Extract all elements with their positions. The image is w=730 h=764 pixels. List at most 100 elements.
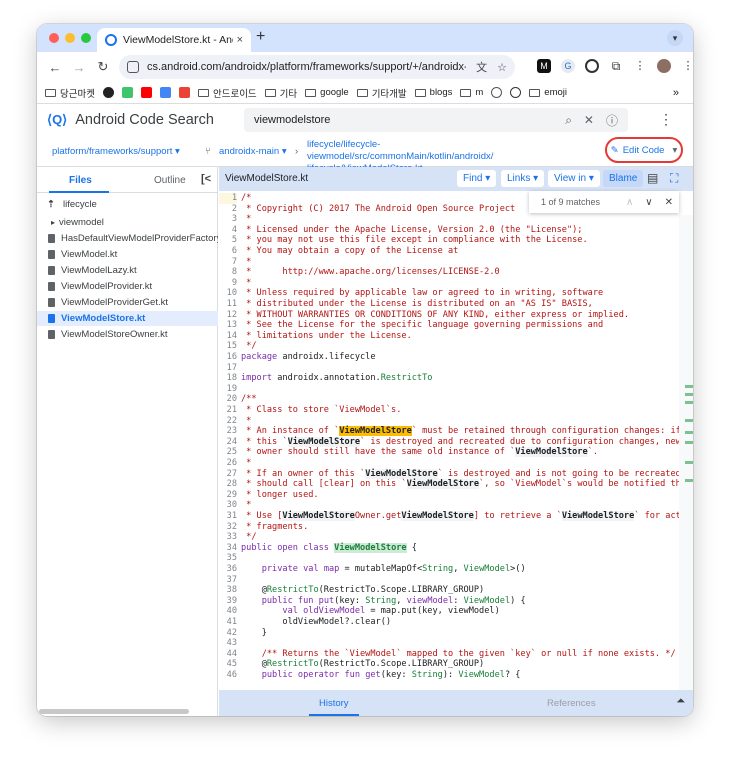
line-number[interactable]: 32 [219,522,237,533]
info-icon[interactable]: ⓘ [606,112,618,129]
line-number[interactable]: 37 [219,575,237,586]
line-number[interactable]: 5 [219,235,237,246]
tree-file-item[interactable]: ViewModelProviderGet.kt [37,295,218,310]
blame-button[interactable]: Blame [603,170,644,187]
line-number[interactable]: 14 [219,331,237,342]
tab-files[interactable]: Files [69,175,92,186]
line-number[interactable]: 25 [219,447,237,458]
edit-code-button[interactable]: ✎ Edit Code ▾ [605,137,683,163]
tab-references[interactable]: References [547,698,596,709]
line-number[interactable]: 43 [219,638,237,649]
previous-match-icon[interactable]: ∧ [626,197,633,208]
line-number[interactable]: 3 [219,214,237,225]
bookmark-item[interactable] [102,87,114,98]
collapse-panel-icon[interactable]: [< [201,173,211,185]
minimize-window-button[interactable] [65,33,75,43]
line-number[interactable]: 10 [219,288,237,299]
line-number[interactable]: 11 [219,299,237,310]
line-number[interactable]: 15 [219,341,237,352]
new-tab-button[interactable]: + [256,28,265,46]
line-number[interactable]: 26 [219,458,237,469]
forward-button[interactable]: → [67,60,91,75]
line-number[interactable]: 42 [219,628,237,639]
vertical-scrollbar[interactable] [679,215,693,699]
bookmark-item[interactable]: emoji [529,87,567,98]
bookmark-item[interactable] [491,87,503,98]
layout-icon[interactable]: ▤ [647,171,658,185]
tree-file-item[interactable]: ViewModelLazy.kt [37,263,218,278]
line-number[interactable]: 34 [219,543,237,554]
tree-folder-item[interactable]: ▸ viewmodel [37,215,218,230]
line-number[interactable]: 39 [219,596,237,607]
line-number[interactable]: 35 [219,553,237,564]
line-number[interactable]: 12 [219,310,237,321]
google-extension-icon[interactable]: G [561,59,575,73]
tree-file-item[interactable]: HasDefaultViewModelProviderFactory.an [37,231,218,246]
tree-parent-item[interactable]: ⇡ lifecycle [37,197,218,212]
close-window-button[interactable] [49,33,59,43]
line-number[interactable]: 24 [219,437,237,448]
address-bar[interactable]: cs.android.com/androidx/platform/framewo… [119,55,515,79]
search-input[interactable]: viewmodelstore [254,114,553,126]
tree-file-item[interactable]: ViewModelStoreOwner.kt [37,327,218,342]
bookmark-item[interactable] [121,87,133,98]
line-number[interactable]: 29 [219,490,237,501]
tree-file-item-selected[interactable]: ViewModelStore.kt [37,311,218,326]
reload-button[interactable]: ↻ [91,59,115,75]
line-number[interactable]: 44 [219,649,237,660]
tree-file-item[interactable]: ViewModelProvider.kt [37,279,218,294]
translate-icon[interactable]: 文 [476,59,487,75]
bookmark-item[interactable]: google [305,87,349,98]
line-number[interactable]: 33 [219,532,237,543]
next-match-icon[interactable]: ∨ [645,197,652,208]
more-icon[interactable]: ⋮ [633,59,647,73]
line-number[interactable]: 27 [219,469,237,480]
tree-file-item[interactable]: ViewModel.kt [37,247,218,262]
line-number[interactable]: 46 [219,670,237,681]
code-search-title[interactable]: Android Code Search [75,112,214,128]
file-path-link[interactable]: lifecycle/lifecycle-viewmodel/src/common… [307,139,557,163]
line-number[interactable]: 9 [219,278,237,289]
maximize-window-button[interactable] [81,33,91,43]
links-button[interactable]: Links ▾ [501,170,545,187]
tab-close-icon[interactable]: × [237,34,243,46]
code-search-box[interactable]: viewmodelstore ⌕ ✕ ⓘ [244,108,628,132]
close-find-icon[interactable]: ✕ [665,197,673,208]
line-number[interactable]: 36 [219,564,237,575]
tab-history[interactable]: History [319,698,349,709]
back-button[interactable]: ← [43,60,67,75]
more-options-icon[interactable]: ⋮ [659,111,673,128]
line-number[interactable]: 22 [219,416,237,427]
bookmark-item[interactable]: 기타 [264,86,297,100]
puzzle-icon[interactable]: ⧉ [609,59,623,73]
clear-icon[interactable]: ✕ [584,113,594,127]
openai-extension-icon[interactable] [585,59,599,73]
line-number[interactable]: 20 [219,394,237,405]
avatar[interactable] [657,59,671,73]
find-button[interactable]: Find ▾ [457,170,497,187]
repo-selector[interactable]: platform/frameworks/support ▾ [52,146,180,157]
browser-menu-icon[interactable]: ⋮ [681,59,693,73]
bookmark-item[interactable] [159,87,171,98]
bookmark-item[interactable] [140,87,152,98]
line-number[interactable]: 18 [219,373,237,384]
line-number[interactable]: 41 [219,617,237,628]
bookmark-item[interactable]: 기타개발 [356,86,407,100]
tab-search-icon[interactable]: ▾ [667,30,683,46]
line-number[interactable]: 38 [219,585,237,596]
fullscreen-icon[interactable]: ⛶ [670,171,678,186]
bookmark-item[interactable] [178,87,190,98]
line-number[interactable]: 40 [219,606,237,617]
line-number[interactable]: 1 [219,193,237,204]
expand-panel-icon[interactable]: ⏶ [676,695,685,708]
bookmark-item[interactable]: m [460,87,483,98]
line-number[interactable]: 2 [219,204,237,215]
line-number[interactable]: 6 [219,246,237,257]
search-icon[interactable]: ⌕ [565,113,572,128]
line-number[interactable]: 7 [219,257,237,268]
bookmark-star-icon[interactable]: ☆ [497,61,507,74]
line-number[interactable]: 17 [219,363,237,374]
line-number[interactable]: 31 [219,511,237,522]
code-search-logo-icon[interactable]: ⟨Q⟩ [47,112,67,128]
line-number[interactable]: 13 [219,320,237,331]
